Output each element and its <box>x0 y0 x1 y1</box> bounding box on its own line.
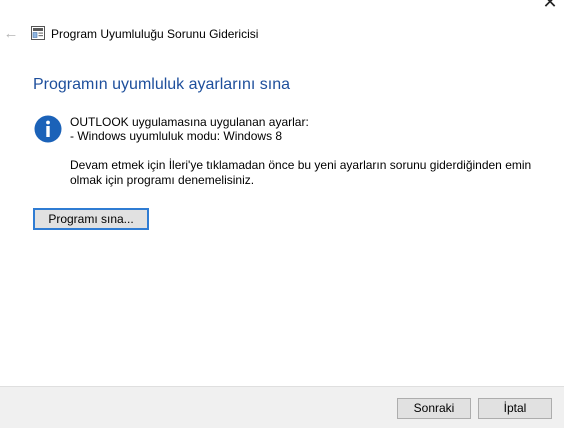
info-icon <box>34 115 62 143</box>
footer-bar: Sonraki İptal <box>0 386 564 428</box>
applied-settings: OUTLOOK uygulamasına uygulanan ayarlar: … <box>70 115 309 143</box>
cancel-button[interactable]: İptal <box>478 398 552 419</box>
troubleshooter-icon <box>31 26 45 40</box>
next-button[interactable]: Sonraki <box>397 398 471 419</box>
troubleshooter-window: ← Program Uyumluluğu Sorunu Gidericisi ✕… <box>0 0 564 428</box>
settings-intro: OUTLOOK uygulamasına uygulanan ayarlar: <box>70 115 309 129</box>
window-title: Program Uyumluluğu Sorunu Gidericisi <box>51 27 259 41</box>
close-icon[interactable]: ✕ <box>540 0 560 12</box>
instruction-text: Devam etmek için İleri'ye tıklamadan önc… <box>70 158 532 187</box>
test-program-button[interactable]: Programı sına... <box>33 208 149 230</box>
page-heading: Programın uyumluluk ayarlarını sına <box>33 76 290 93</box>
back-arrow-icon[interactable]: ← <box>2 25 20 43</box>
settings-item-compat-mode: - Windows uyumluluk modu: Windows 8 <box>70 129 283 143</box>
